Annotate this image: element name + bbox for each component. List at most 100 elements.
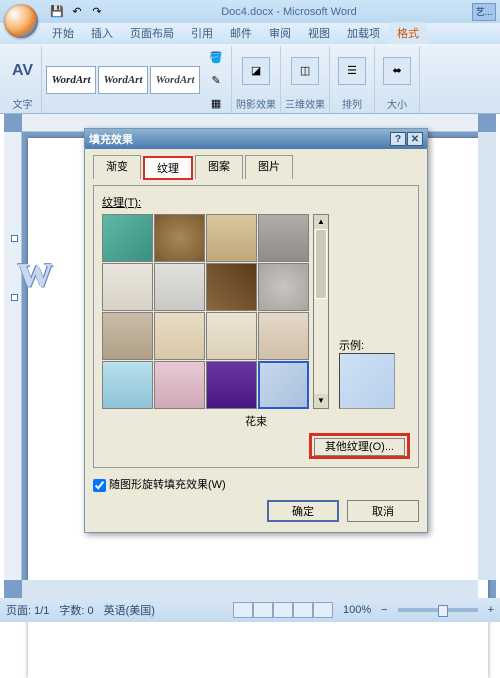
ribbon-group-size: ⬌ 大小 <box>375 46 420 113</box>
scroll-up-icon[interactable]: ▲ <box>314 215 328 229</box>
horizontal-scrollbar[interactable] <box>22 580 478 598</box>
window-title: Doc4.docx - Microsoft Word <box>106 6 472 18</box>
other-texture-button[interactable]: 其他纹理(O)... <box>314 438 405 456</box>
fill-effects-dialog: 填充效果 ? ✕ 渐变 纹理 图案 图片 纹理(T): ▲ ▼ <box>84 128 428 533</box>
group-label-arrange[interactable]: 排列 <box>342 95 362 113</box>
view-print-layout[interactable] <box>233 602 253 618</box>
texture-swatch-8[interactable] <box>102 312 153 360</box>
office-button[interactable] <box>4 4 38 38</box>
ribbon-group-shadow: ◪ 阴影效果 <box>232 46 281 113</box>
status-page[interactable]: 页面: 1/1 <box>6 602 49 618</box>
ribbon: AV 文字 WordArt WordArt WordArt 🪣 ✎ ▦ 艺术字样… <box>0 44 500 114</box>
texture-grid <box>102 214 309 409</box>
selected-texture-name: 花束 <box>102 413 410 429</box>
rotate-fill-checkbox[interactable] <box>93 479 106 492</box>
texture-swatch-0[interactable] <box>102 214 153 262</box>
help-icon[interactable]: ? <box>390 132 406 146</box>
texture-swatch-11[interactable] <box>258 312 309 360</box>
texture-swatch-10[interactable] <box>206 312 257 360</box>
rotate-fill-label[interactable]: 随图形旋转填充效果(W) <box>93 479 226 491</box>
view-draft[interactable] <box>313 602 333 618</box>
zoom-level[interactable]: 100% <box>343 604 371 616</box>
shadow-icon[interactable]: ◪ <box>242 57 270 85</box>
texture-panel: 纹理(T): ▲ ▼ 示例: 花束 其他纹理(O <box>93 185 419 468</box>
group-label-size[interactable]: 大小 <box>387 95 407 113</box>
zoom-out-icon[interactable]: − <box>381 604 387 616</box>
scroll-thumb[interactable] <box>315 229 327 299</box>
undo-icon[interactable]: ↶ <box>68 3 86 21</box>
texture-swatch-1[interactable] <box>154 214 205 262</box>
texture-swatch-4[interactable] <box>102 263 153 311</box>
texture-swatch-12[interactable] <box>102 361 153 409</box>
ribbon-group-wordart-styles: WordArt WordArt WordArt 🪣 ✎ ▦ 艺术字样式 <box>42 46 232 113</box>
spacing-icon: AV <box>12 62 33 80</box>
3d-icon[interactable]: ◫ <box>291 57 319 85</box>
dialog-titlebar[interactable]: 填充效果 ? ✕ <box>85 129 427 149</box>
status-words[interactable]: 字数: 0 <box>59 602 93 618</box>
tab-texture[interactable]: 纹理 <box>143 156 193 180</box>
tab-picture[interactable]: 图片 <box>245 155 293 179</box>
texture-swatch-15[interactable] <box>258 361 309 409</box>
texture-swatch-3[interactable] <box>258 214 309 262</box>
tab-references[interactable]: 引用 <box>183 22 221 44</box>
outline-button[interactable]: ✎ <box>205 69 227 91</box>
tab-mailings[interactable]: 邮件 <box>222 22 260 44</box>
tab-home[interactable]: 开始 <box>44 22 82 44</box>
group-label-3d[interactable]: 三维效果 <box>285 95 325 113</box>
view-reading[interactable] <box>253 602 273 618</box>
texture-swatch-14[interactable] <box>206 361 257 409</box>
close-icon[interactable]: ✕ <box>407 132 423 146</box>
status-language[interactable]: 英语(美国) <box>104 602 155 618</box>
quick-access-toolbar: 💾 ↶ ↷ <box>48 3 106 21</box>
ok-button[interactable]: 确定 <box>267 500 339 522</box>
ribbon-group-3d: ◫ 三维效果 <box>281 46 330 113</box>
spacing-button[interactable]: AV <box>8 60 37 82</box>
texture-swatch-13[interactable] <box>154 361 205 409</box>
other-texture-highlight: 其他纹理(O)... <box>309 433 410 459</box>
window-titlebar: 💾 ↶ ↷ Doc4.docx - Microsoft Word 艺... <box>0 0 500 23</box>
arrange-icon[interactable]: ☰ <box>338 57 366 85</box>
tab-gradient[interactable]: 渐变 <box>93 155 141 179</box>
texture-swatch-2[interactable] <box>206 214 257 262</box>
wordart-style-3[interactable]: WordArt <box>150 66 200 94</box>
tab-review[interactable]: 审阅 <box>261 22 299 44</box>
texture-swatch-9[interactable] <box>154 312 205 360</box>
wordart-style-2[interactable]: WordArt <box>98 66 148 94</box>
tab-pagelayout[interactable]: 页面布局 <box>122 22 182 44</box>
group-label-shadow[interactable]: 阴影效果 <box>236 95 276 113</box>
addin-button[interactable]: 艺... <box>472 3 496 21</box>
ribbon-tabs: 开始 插入 页面布局 引用 邮件 审阅 视图 加载项 格式 <box>0 23 500 44</box>
group-label-text[interactable]: 文字 <box>13 95 33 113</box>
zoom-slider[interactable] <box>398 608 478 612</box>
tab-format[interactable]: 格式 <box>389 22 427 44</box>
dialog-title: 填充效果 <box>89 131 133 147</box>
preview-label: 示例: <box>339 337 395 353</box>
texture-swatch-5[interactable] <box>154 263 205 311</box>
texture-preview <box>339 353 395 409</box>
vertical-scrollbar[interactable] <box>478 132 496 580</box>
texture-list-label: 纹理(T): <box>102 197 141 209</box>
tab-pattern[interactable]: 图案 <box>195 155 243 179</box>
size-icon[interactable]: ⬌ <box>383 57 411 85</box>
wordart-style-1[interactable]: WordArt <box>46 66 96 94</box>
tab-view[interactable]: 视图 <box>300 22 338 44</box>
texture-swatch-7[interactable] <box>258 263 309 311</box>
tab-addins[interactable]: 加载项 <box>339 22 388 44</box>
ribbon-group-text: AV 文字 <box>4 46 42 113</box>
cancel-button[interactable]: 取消 <box>347 500 419 522</box>
view-outline[interactable] <box>293 602 313 618</box>
tab-insert[interactable]: 插入 <box>83 22 121 44</box>
vertical-ruler[interactable] <box>4 132 22 580</box>
view-web[interactable] <box>273 602 293 618</box>
rotate-fill-row: 随图形旋转填充效果(W) <box>93 476 419 492</box>
redo-icon[interactable]: ↷ <box>88 3 106 21</box>
dialog-tabs: 渐变 纹理 图案 图片 <box>93 155 419 179</box>
save-icon[interactable]: 💾 <box>48 3 66 21</box>
zoom-in-icon[interactable]: + <box>488 604 494 616</box>
texture-swatch-6[interactable] <box>206 263 257 311</box>
scroll-down-icon[interactable]: ▼ <box>314 394 328 408</box>
shape-button[interactable]: ▦ <box>205 92 227 114</box>
selection-handles[interactable] <box>14 238 94 298</box>
texture-scrollbar[interactable]: ▲ ▼ <box>313 214 329 409</box>
fill-button[interactable]: 🪣 <box>205 46 227 68</box>
